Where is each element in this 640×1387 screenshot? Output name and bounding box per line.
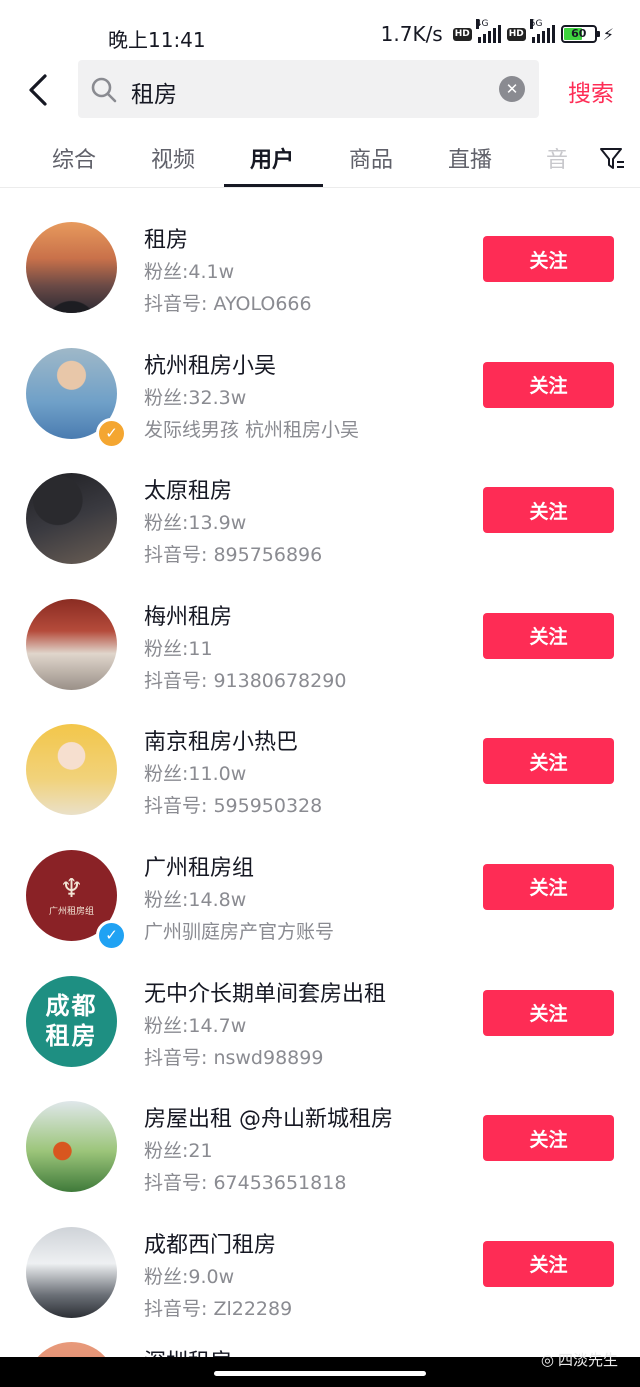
- follow-button[interactable]: 关注: [483, 361, 614, 408]
- avatar[interactable]: [26, 222, 117, 313]
- list-item[interactable]: 梅州租房 粉丝:11 抖音号: 91380678290 关注: [0, 567, 640, 693]
- list-item[interactable]: 南京租房小热巴 粉丝:11.0w 抖音号: 595950328 关注: [0, 692, 640, 818]
- watermark-text: 四淡先生: [557, 1351, 618, 1369]
- avatar[interactable]: [26, 724, 117, 816]
- user-id: 抖音号: Zl22289: [144, 1297, 293, 1320]
- search-icon: [91, 77, 117, 103]
- result-tabs: 综合 视频 用户 商品 直播 音: [0, 128, 640, 188]
- status-time: 晚上11:41: [108, 28, 206, 52]
- follow-button[interactable]: 关注: [483, 487, 614, 534]
- search-header: 租房 ✕ 搜索: [0, 60, 640, 120]
- fan-count: 粉丝:11.0w: [144, 763, 247, 786]
- signal-5g-icon: 5G: [529, 19, 555, 43]
- user-name: 梅州租房: [144, 604, 233, 630]
- avatar[interactable]: 成都 租房: [26, 975, 117, 1067]
- search-button[interactable]: 搜索: [568, 74, 614, 108]
- follow-button[interactable]: 关注: [483, 1115, 614, 1162]
- tab-products[interactable]: 商品: [349, 142, 393, 174]
- home-indicator[interactable]: [214, 1371, 426, 1376]
- battery-icon: 60: [560, 25, 600, 43]
- wechat-icon: ◎: [540, 1350, 554, 1369]
- tab-music[interactable]: 音: [546, 142, 568, 174]
- tab-videos[interactable]: 视频: [151, 142, 195, 174]
- hd-icon-2: HD: [506, 27, 526, 41]
- tab-general[interactable]: 综合: [52, 142, 96, 174]
- avatar-text-line2: 租房: [45, 1022, 98, 1051]
- user-bio: 广州驯庭房产官方账号: [144, 920, 335, 943]
- user-name: 广州租房组: [144, 855, 255, 881]
- avatar[interactable]: [26, 1226, 117, 1318]
- search-query: 租房: [131, 82, 177, 108]
- watermark: ◎ 四淡先生: [541, 1349, 618, 1370]
- avatar[interactable]: [26, 598, 117, 690]
- user-id: 抖音号: 595950328: [144, 795, 323, 818]
- active-tab-indicator: [224, 184, 323, 187]
- fan-count: 粉丝:13.9w: [144, 512, 247, 535]
- fan-count: 粉丝:32.3w: [144, 386, 247, 409]
- charging-icon: ⚡: [602, 24, 614, 44]
- user-name: 杭州租房小吴: [144, 353, 277, 379]
- follow-button[interactable]: 关注: [483, 863, 614, 910]
- search-input[interactable]: 租房 ✕: [78, 60, 539, 118]
- fan-count: 粉丝:14.7w: [144, 1014, 247, 1037]
- avatar[interactable]: [26, 473, 117, 565]
- user-id: 抖音号: 67453651818: [144, 1172, 347, 1195]
- avatar-text-line1: 成都: [45, 992, 98, 1021]
- tab-live[interactable]: 直播: [448, 142, 492, 174]
- list-item[interactable]: 成都西门租房 粉丝:9.0w 抖音号: Zl22289 关注: [0, 1195, 640, 1321]
- user-id: 抖音号: 895756896: [144, 544, 323, 567]
- tab-users[interactable]: 用户: [250, 142, 294, 174]
- follow-button[interactable]: 关注: [483, 1240, 614, 1287]
- list-item[interactable]: ♆ 广州租房组 ✓ 广州租房组 粉丝:14.8w 广州驯庭房产官方账号 关注: [0, 818, 640, 951]
- user-name: 房屋出租 @舟山新城租房: [144, 1107, 393, 1133]
- status-indicators: 1.7K/s HD 4G HD 5G 60 ⚡: [380, 19, 614, 46]
- user-id: 抖音号: AYOLO666: [144, 293, 312, 315]
- fan-count: 粉丝:21: [144, 1140, 213, 1163]
- clear-icon[interactable]: ✕: [499, 76, 525, 102]
- user-name: 成都西门租房: [144, 1232, 277, 1258]
- list-item[interactable]: 成都 租房 无中介长期单间套房出租 粉丝:14.7w 抖音号: nswd9889…: [0, 944, 640, 1070]
- back-button[interactable]: [22, 70, 54, 110]
- fan-count: 粉丝:11: [144, 637, 213, 660]
- fan-count: 粉丝:14.8w: [144, 888, 247, 911]
- user-name: 无中介长期单间套房出租: [144, 981, 387, 1007]
- user-id: 抖音号: nswd98899: [144, 1046, 324, 1069]
- battery-level: 60: [571, 27, 587, 40]
- follow-button[interactable]: 关注: [483, 738, 614, 785]
- deer-logo-icon: ♆: [59, 873, 84, 904]
- user-id: 抖音号: 91380678290: [144, 669, 347, 692]
- fan-count: 粉丝:4.1w: [144, 261, 235, 283]
- list-item[interactable]: ✓ 杭州租房小吴 粉丝:32.3w 发际线男孩 杭州租房小吴 关注: [0, 316, 640, 449]
- hd-icon: HD: [452, 27, 472, 41]
- follow-button[interactable]: 关注: [483, 989, 614, 1036]
- filter-icon[interactable]: [598, 144, 626, 172]
- user-name: 租房: [144, 228, 189, 253]
- user-name: 太原租房: [144, 479, 233, 505]
- avatar[interactable]: [26, 1101, 117, 1193]
- signal-4g-icon: 4G: [475, 19, 501, 43]
- network-speed: 1.7K/s: [380, 22, 443, 46]
- list-item[interactable]: 太原租房 粉丝:13.9w 抖音号: 895756896 关注: [0, 441, 640, 567]
- user-name: 南京租房小热巴: [144, 730, 299, 756]
- list-item[interactable]: 租房 粉丝:4.1w 抖音号: AYOLO666 关注: [0, 190, 640, 316]
- chevron-left-icon: [29, 74, 47, 106]
- follow-button[interactable]: 关注: [483, 236, 614, 282]
- user-bio: 发际线男孩 杭州租房小吴: [144, 418, 360, 441]
- avatar-logo-text: 广州租房组: [48, 906, 94, 917]
- fan-count: 粉丝:9.0w: [144, 1265, 235, 1288]
- user-results-list: 租房 粉丝:4.1w 抖音号: AYOLO666 关注 ✓ 杭州租房小吴 粉丝:…: [0, 190, 640, 1361]
- follow-button[interactable]: 关注: [483, 612, 614, 659]
- list-item[interactable]: 房屋出租 @舟山新城租房 粉丝:21 抖音号: 67453651818 关注: [0, 1069, 640, 1195]
